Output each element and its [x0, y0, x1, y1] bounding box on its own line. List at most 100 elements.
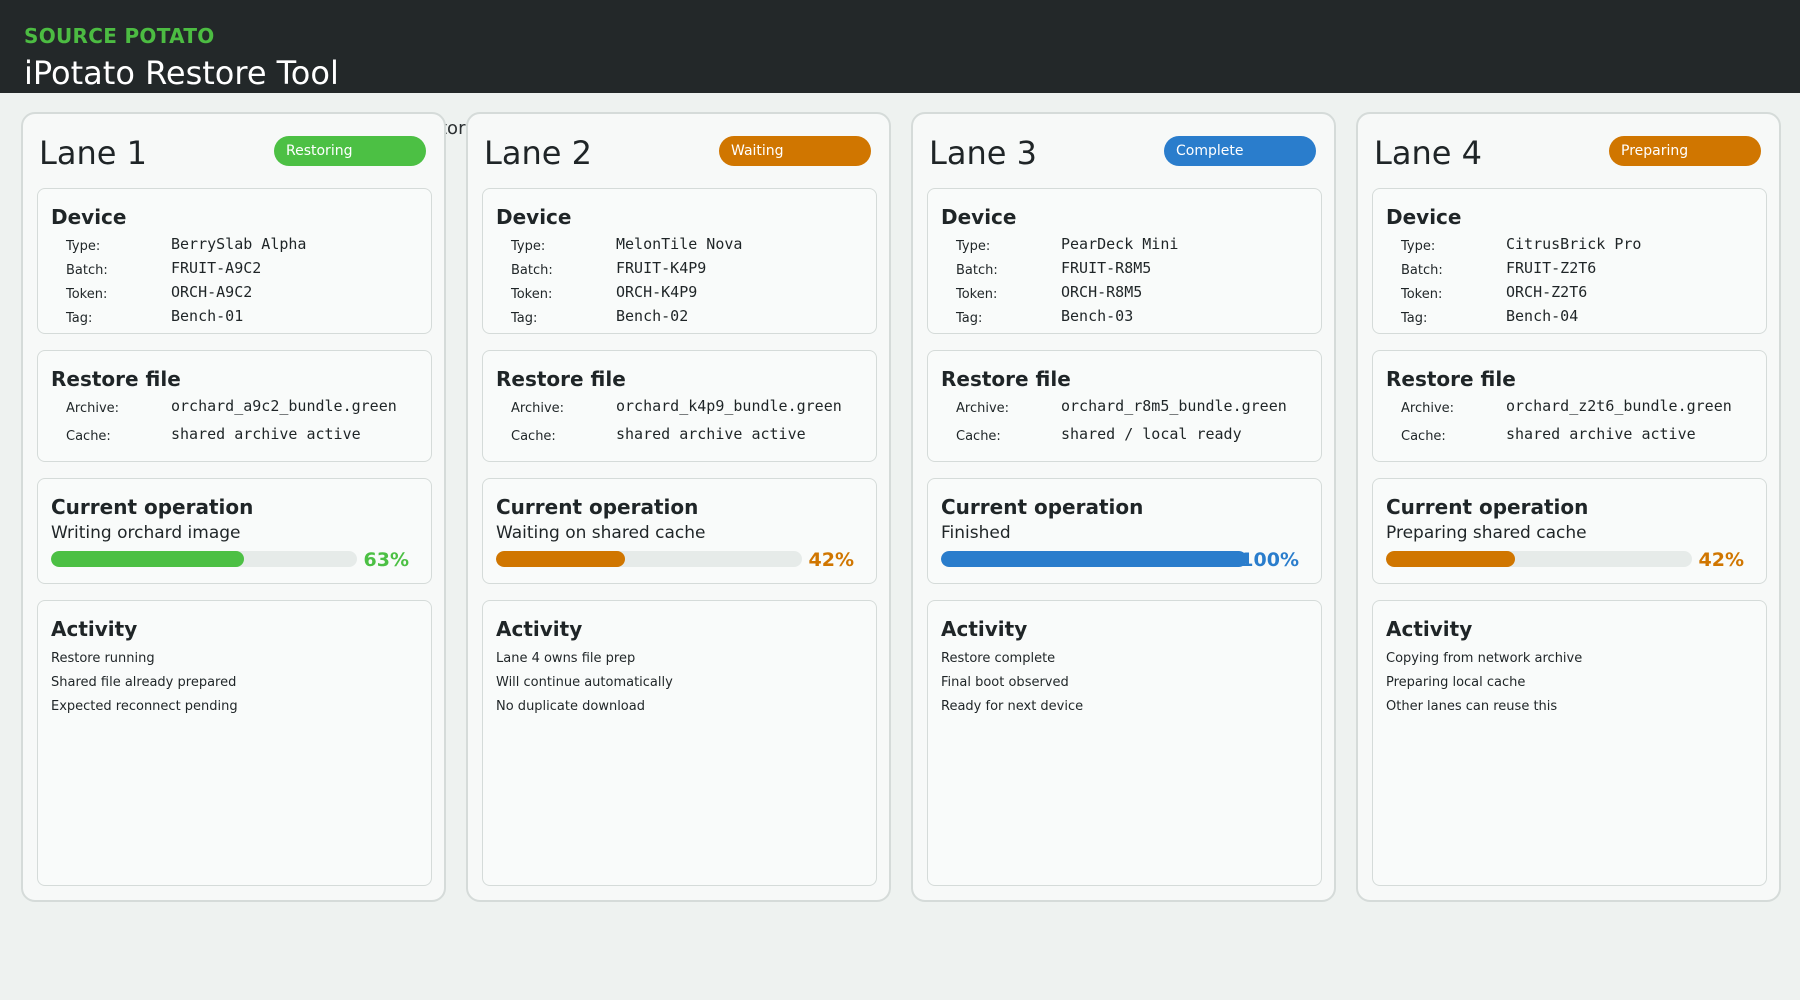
- archive-value: orchard_a9c2_bundle.green: [171, 397, 397, 415]
- activity-heading: Activity: [1386, 617, 1473, 641]
- cache-row: Cache: shared archive active: [66, 425, 426, 447]
- device-type-value: BerrySlab Alpha: [171, 235, 307, 253]
- device-section: Device Type: PearDeck Mini Batch: FRUIT-R8…: [927, 188, 1322, 334]
- tag-label: Tag:: [66, 311, 93, 326]
- app-title: iPotato Restore Tool: [24, 54, 339, 92]
- token-label: Token:: [1401, 287, 1443, 302]
- archive-value: orchard_k4p9_bundle.green: [616, 397, 842, 415]
- restore-file-heading: Restore file: [496, 367, 626, 391]
- status-badge: Restoring: [274, 136, 426, 166]
- brand-label: SOURCE POTATO: [24, 24, 215, 48]
- activity-section: Activity Restore complete Final boot obs…: [927, 600, 1322, 886]
- current-operation-section: Current operation Preparing shared cache…: [1372, 478, 1767, 584]
- status-badge: Complete: [1164, 136, 1316, 166]
- progress-bar: [51, 551, 357, 567]
- restore-file-section: Restore file Archive: orchard_r8m5_bundle…: [927, 350, 1322, 462]
- current-operation-heading: Current operation: [51, 495, 254, 519]
- type-label: Type:: [1401, 239, 1436, 254]
- device-type-value: MelonTile Nova: [616, 235, 743, 253]
- cache-value: shared archive active: [616, 425, 806, 443]
- activity-heading: Activity: [496, 617, 583, 641]
- device-token-value: ORCH-Z2T6: [1506, 283, 1588, 301]
- device-token-value: ORCH-K4P9: [616, 283, 698, 301]
- current-operation-heading: Current operation: [496, 495, 699, 519]
- device-tag-row: Tag: Bench-03: [956, 307, 1316, 329]
- device-batch-value: FRUIT-K4P9: [616, 259, 707, 277]
- cache-value: shared archive active: [171, 425, 361, 443]
- progress-bar: [941, 551, 1247, 567]
- tag-label: Tag:: [511, 311, 538, 326]
- device-type-row: Type: MelonTile Nova: [511, 235, 871, 257]
- lane-title: Lane 3: [929, 134, 1037, 172]
- archive-label: Archive:: [956, 401, 1010, 416]
- archive-row: Archive: orchard_k4p9_bundle.green: [511, 397, 871, 419]
- cache-value: shared / local ready: [1061, 425, 1242, 443]
- progress-percent: 63%: [363, 549, 409, 571]
- current-operation-heading: Current operation: [1386, 495, 1589, 519]
- activity-item: No duplicate download: [496, 699, 645, 714]
- activity-item: Ready for next device: [941, 699, 1084, 714]
- restore-file-heading: Restore file: [1386, 367, 1516, 391]
- device-type-row: Type: PearDeck Mini: [956, 235, 1316, 257]
- restore-file-heading: Restore file: [941, 367, 1071, 391]
- activity-section: Activity Restore running Shared file alr…: [37, 600, 432, 886]
- activity-item: Lane 4 owns file prep: [496, 651, 636, 666]
- device-tag-value: Bench-04: [1506, 307, 1579, 325]
- device-tag-value: Bench-03: [1061, 307, 1134, 325]
- lane-title: Lane 1: [39, 134, 147, 172]
- progress-bar: [1386, 551, 1692, 567]
- current-operation-heading: Current operation: [941, 495, 1144, 519]
- current-operation-section: Current operation Writing orchard image …: [37, 478, 432, 584]
- archive-row: Archive: orchard_a9c2_bundle.green: [66, 397, 426, 419]
- cache-row: Cache: shared archive active: [511, 425, 871, 447]
- activity-item: Other lanes can reuse this: [1386, 699, 1558, 714]
- device-type-row: Type: CitrusBrick Pro: [1401, 235, 1761, 257]
- activity-item: Final boot observed: [941, 675, 1069, 690]
- restore-file-section: Restore file Archive: orchard_z2t6_bundle…: [1372, 350, 1767, 462]
- device-section: Device Type: BerrySlab Alpha Batch: FRUIT-…: [37, 188, 432, 334]
- lane-card-3: Lane 3 Complete Device Type: PearDeck Min…: [911, 112, 1336, 902]
- device-tag-row: Tag: Bench-04: [1401, 307, 1761, 329]
- device-heading: Device: [51, 205, 127, 229]
- lane-title: Lane 4: [1374, 134, 1482, 172]
- archive-row: Archive: orchard_r8m5_bundle.green: [956, 397, 1316, 419]
- tag-label: Tag:: [956, 311, 983, 326]
- archive-label: Archive:: [511, 401, 565, 416]
- device-section: Device Type: CitrusBrick Pro Batch: FRUIT-…: [1372, 188, 1767, 334]
- device-token-row: Token: ORCH-A9C2: [66, 283, 426, 305]
- activity-item: Shared file already prepared: [51, 675, 237, 690]
- progress-percent: 100%: [1240, 549, 1299, 571]
- activity-item: Restore complete: [941, 651, 1056, 666]
- archive-label: Archive:: [1401, 401, 1455, 416]
- lane-title: Lane 2: [484, 134, 592, 172]
- progress-fill: [51, 551, 244, 567]
- progress-percent: 42%: [1698, 549, 1744, 571]
- activity-section: Activity Copying from network archive Pr…: [1372, 600, 1767, 886]
- cache-row: Cache: shared archive active: [1401, 425, 1761, 447]
- progress-fill: [941, 551, 1247, 567]
- progress-fill: [1386, 551, 1515, 567]
- device-batch-value: FRUIT-R8M5: [1061, 259, 1152, 277]
- current-operation-section: Current operation Finished 100%: [927, 478, 1322, 584]
- operation-text: Writing orchard image: [51, 523, 241, 543]
- restore-file-section: Restore file Archive: orchard_a9c2_bundle…: [37, 350, 432, 462]
- device-tag-value: Bench-02: [616, 307, 689, 325]
- type-label: Type:: [511, 239, 546, 254]
- cache-row: Cache: shared / local ready: [956, 425, 1316, 447]
- device-token-row: Token: ORCH-Z2T6: [1401, 283, 1761, 305]
- device-batch-row: Batch: FRUIT-K4P9: [511, 259, 871, 281]
- lane-card-1: Lane 1 Restoring Device Type: BerrySlab A…: [21, 112, 446, 902]
- activity-item: Preparing local cache: [1386, 675, 1526, 690]
- tag-label: Tag:: [1401, 311, 1428, 326]
- device-batch-row: Batch: FRUIT-A9C2: [66, 259, 426, 281]
- batch-label: Batch:: [66, 263, 108, 278]
- device-tag-row: Tag: Bench-01: [66, 307, 426, 329]
- device-batch-value: FRUIT-Z2T6: [1506, 259, 1597, 277]
- archive-label: Archive:: [66, 401, 120, 416]
- token-label: Token:: [956, 287, 998, 302]
- archive-row: Archive: orchard_z2t6_bundle.green: [1401, 397, 1761, 419]
- cache-label: Cache:: [956, 429, 1001, 444]
- operation-text: Finished: [941, 523, 1011, 543]
- batch-label: Batch:: [956, 263, 998, 278]
- archive-value: orchard_z2t6_bundle.green: [1506, 397, 1732, 415]
